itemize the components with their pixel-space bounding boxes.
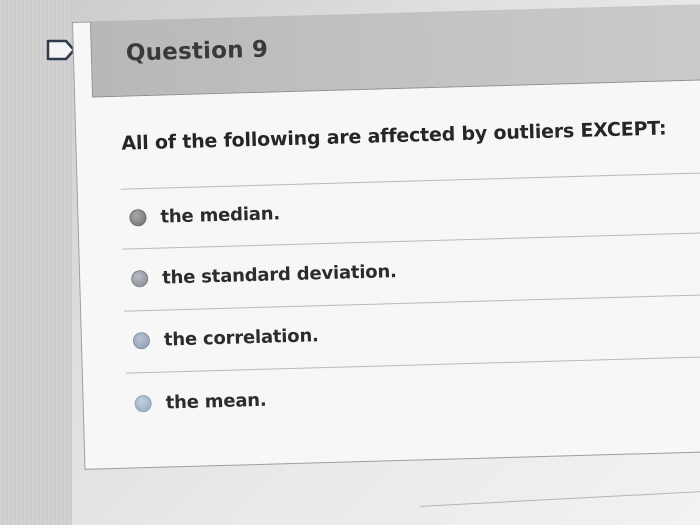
page-margin [0,0,72,525]
answer-option-label: the median. [160,202,281,228]
answer-option-label: the correlation. [163,324,319,351]
question-card: Question 9 All of the following are affe… [72,4,700,474]
radio-button-icon[interactable] [134,394,152,412]
answer-option-label: the standard deviation. [161,260,397,289]
answer-option-median[interactable]: the median. [129,200,280,230]
answer-option-label: the mean. [165,389,267,414]
question-number: Question 9 [125,36,269,67]
answer-option-correlation[interactable]: the correlation. [132,322,319,353]
divider [420,490,700,507]
radio-button-icon[interactable] [132,331,151,349]
radio-button-icon[interactable] [129,208,147,226]
answer-option-mean[interactable]: the mean. [134,387,267,417]
radio-button-icon[interactable] [130,269,149,287]
